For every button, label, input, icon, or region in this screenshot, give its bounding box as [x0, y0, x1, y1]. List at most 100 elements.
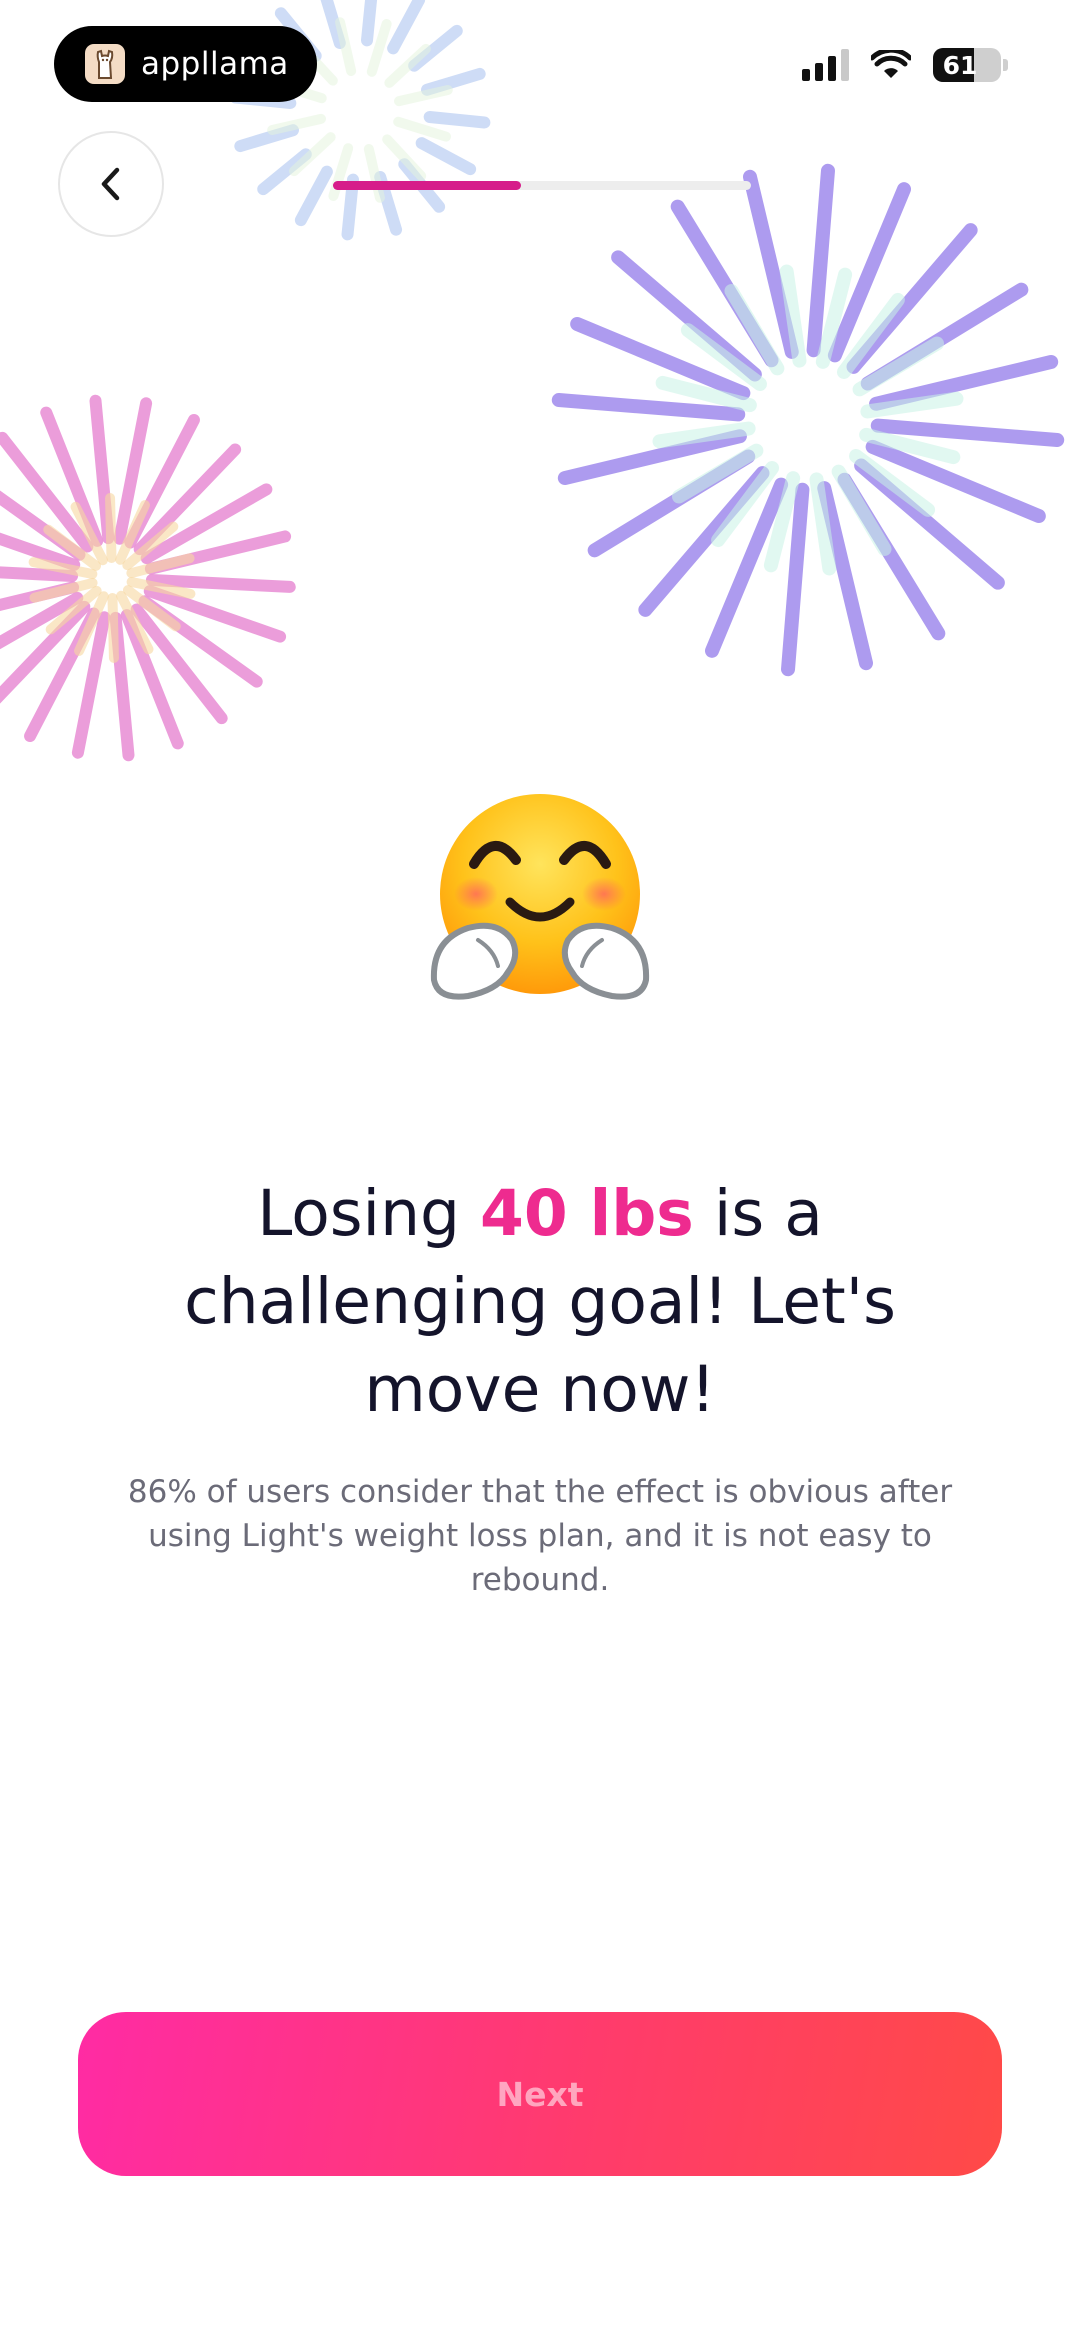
next-button[interactable]: Next [78, 2012, 1002, 2176]
firework-ray [711, 461, 780, 548]
firework-ray [24, 607, 100, 743]
status-icons: 61 [802, 48, 1008, 82]
firework-ray [408, 24, 463, 72]
app-badge: appllama [54, 26, 317, 102]
firework-ray [143, 585, 287, 643]
firework-ray [827, 182, 912, 363]
firework-ray [0, 566, 79, 583]
firework-ray [0, 431, 94, 553]
firework-ray [71, 611, 111, 759]
firework-ray [138, 595, 263, 688]
firework-teal [652, 264, 964, 576]
firework-ray [394, 85, 453, 107]
headline-prefix: Losing [257, 1177, 481, 1250]
wifi-icon [871, 50, 911, 78]
firework-ray [257, 148, 312, 196]
firework-ray [859, 427, 961, 465]
firework-ray [611, 250, 762, 382]
firework-ray [670, 199, 779, 368]
firework-ray [551, 393, 746, 422]
firework-ray [0, 581, 80, 612]
firework-ray [865, 439, 1046, 524]
firework-ray [29, 577, 98, 603]
firework-ray [724, 283, 785, 376]
firework-ray [387, 0, 426, 55]
firework-ray [423, 110, 491, 129]
celebration-screen: appllama 61 Losing 40 lbs is a challengi… [0, 0, 1080, 2336]
firework-ray [140, 483, 273, 565]
firework-ray [105, 493, 117, 564]
firework-ray [45, 585, 102, 635]
firework-ray [781, 482, 810, 677]
app-name: appllama [141, 46, 289, 82]
firework-ray [415, 137, 477, 176]
firework-ray [133, 443, 242, 556]
firework-ray [145, 573, 296, 593]
firework-ray [869, 354, 1059, 411]
firework-ray [335, 17, 357, 76]
firework-ray [116, 590, 154, 655]
firework-ray [849, 448, 936, 517]
firework-pink [0, 394, 296, 762]
llama-logo-icon [85, 44, 125, 84]
firework-purple [551, 163, 1065, 677]
firework-ray [267, 113, 326, 135]
firework-ray [655, 375, 757, 413]
fireworks-decoration [0, 0, 1065, 762]
firework-ray [421, 67, 486, 96]
firework-ray [115, 500, 150, 565]
firework-ray [831, 464, 892, 557]
goal-weight-highlight: 40 lbs [480, 1177, 694, 1250]
firework-ray [837, 472, 946, 641]
firework-ray [130, 603, 228, 725]
battery-icon: 61 [933, 48, 1001, 82]
firework-ray [126, 576, 196, 599]
firework-ray [393, 116, 451, 142]
firework-ray [70, 501, 108, 566]
firework-ray [366, 19, 392, 77]
firework-ray [382, 134, 427, 182]
back-button[interactable] [58, 131, 164, 237]
firework-ray [570, 316, 751, 401]
firework-ray [809, 472, 837, 576]
firework-ray [0, 600, 91, 704]
firework-ray [846, 223, 978, 374]
firework-ray [652, 421, 756, 449]
firework-ray [854, 458, 1005, 590]
firework-ray [294, 165, 333, 227]
firework-ray [43, 524, 102, 571]
firework-ray [860, 282, 1029, 391]
firework-ray [122, 585, 181, 632]
firework-ray [587, 449, 756, 558]
firework-ray [120, 609, 184, 750]
firework-ray [107, 592, 119, 663]
firework-ray [0, 532, 81, 571]
firework-ray [126, 553, 195, 579]
firework-ray [836, 292, 905, 379]
firework-ray [638, 466, 770, 617]
firework-ray [704, 477, 789, 658]
firework-ray [852, 336, 945, 397]
firework-ray [870, 418, 1065, 447]
firework-ray [74, 591, 109, 656]
firework-ray [384, 43, 432, 88]
firework-ray [28, 557, 98, 580]
firework-ray [0, 591, 84, 650]
firework-ray [360, 0, 378, 47]
hugging-face-emoji-icon [430, 794, 650, 1000]
firework-ray [671, 443, 764, 504]
cellular-signal-icon [802, 49, 849, 81]
progress-bar-fill [333, 181, 522, 190]
firework-ray [557, 429, 747, 486]
firework-ray [320, 0, 346, 49]
firework-ray [122, 521, 179, 571]
firework-ray [234, 124, 299, 153]
firework-ray [144, 530, 292, 575]
firework-ray [40, 406, 104, 547]
firework-ray [763, 471, 801, 573]
firework-ray [109, 611, 135, 762]
firework-ray [806, 163, 835, 358]
firework-ray [860, 391, 964, 419]
firework-ray [288, 132, 336, 177]
firework-ray [363, 144, 385, 203]
